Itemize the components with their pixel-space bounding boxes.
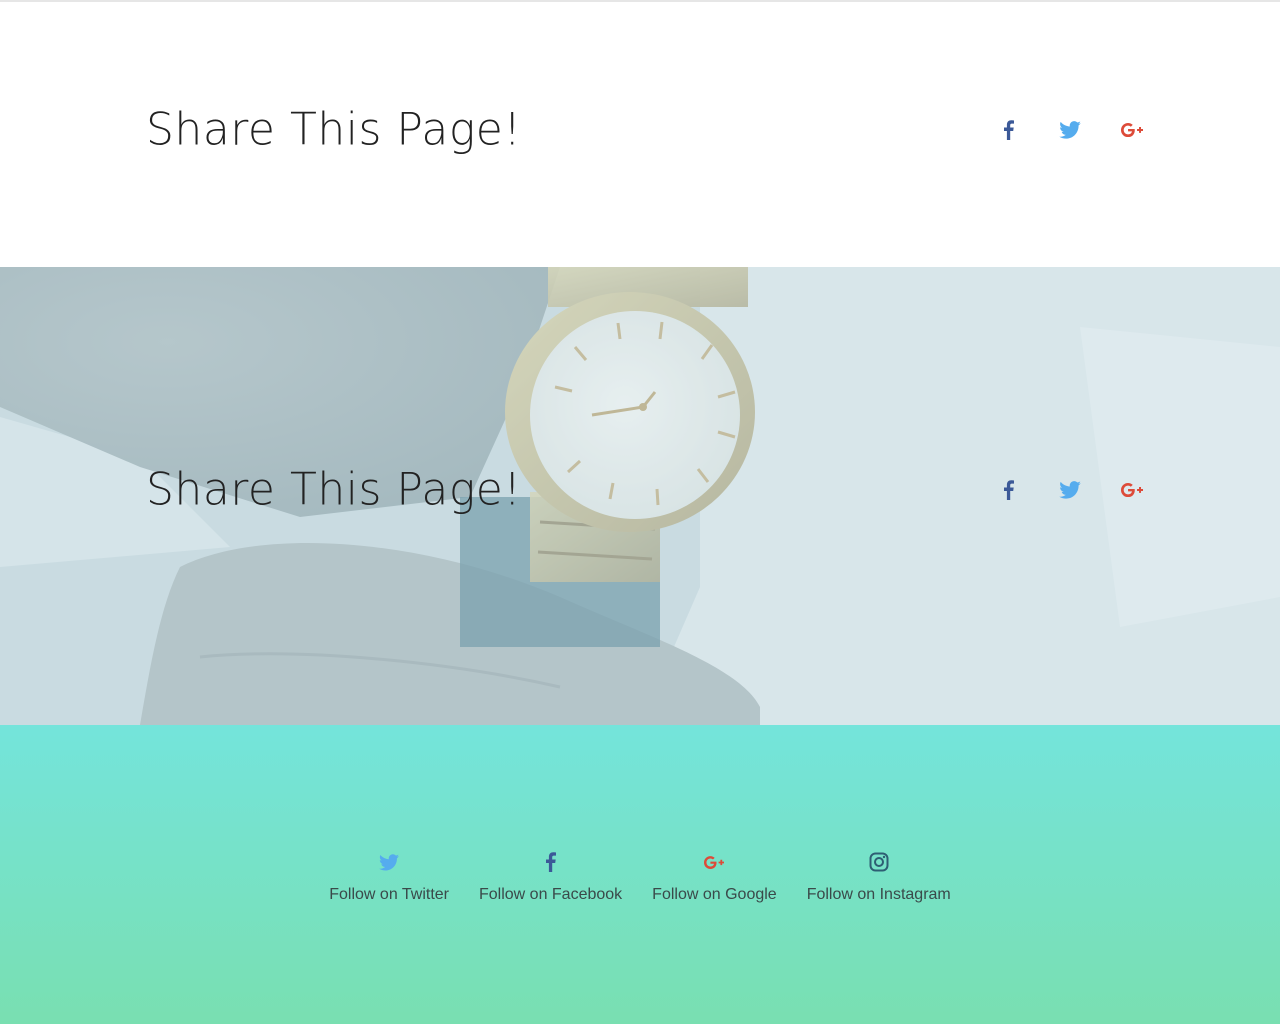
follow-label: Follow on Instagram xyxy=(806,886,951,903)
follow-footer: Follow on Twitter Follow on Facebook Fol… xyxy=(0,725,1280,1024)
facebook-icon xyxy=(539,850,563,874)
share-row: Share This Page! xyxy=(146,100,1146,160)
twitter-icon xyxy=(1059,121,1081,139)
twitter-icon xyxy=(377,850,401,874)
share-section-plain: Share This Page! xyxy=(0,2,1280,267)
follow-instagram-link[interactable]: Follow on Instagram xyxy=(807,850,951,904)
follow-google-link[interactable]: Follow on Google xyxy=(652,850,777,904)
share-google-button[interactable] xyxy=(1118,476,1146,504)
follow-label: Follow on Facebook xyxy=(478,886,623,903)
google-plus-icon xyxy=(1121,123,1143,137)
follow-label: Follow on Twitter xyxy=(329,886,449,903)
share-icons xyxy=(960,116,1146,144)
share-title: Share This Page! xyxy=(146,463,522,516)
follow-label: Follow on Google xyxy=(652,886,777,903)
follow-list: Follow on Twitter Follow on Facebook Fol… xyxy=(0,850,1280,904)
share-section-photo: Share This Page! xyxy=(0,267,1280,725)
share-twitter-button[interactable] xyxy=(1056,476,1084,504)
twitter-icon xyxy=(1059,481,1081,499)
google-plus-icon xyxy=(702,850,726,874)
share-row: Share This Page! xyxy=(146,460,1146,520)
share-google-button[interactable] xyxy=(1118,116,1146,144)
share-facebook-button[interactable] xyxy=(994,476,1022,504)
follow-twitter-link[interactable]: Follow on Twitter xyxy=(329,850,449,904)
follow-facebook-link[interactable]: Follow on Facebook xyxy=(479,850,622,904)
instagram-icon xyxy=(867,850,891,874)
share-title: Share This Page! xyxy=(146,103,522,156)
google-plus-icon xyxy=(1121,483,1143,497)
facebook-icon xyxy=(1003,120,1014,140)
facebook-icon xyxy=(1003,480,1014,500)
share-twitter-button[interactable] xyxy=(1056,116,1084,144)
share-icons xyxy=(960,476,1146,504)
share-facebook-button[interactable] xyxy=(994,116,1022,144)
